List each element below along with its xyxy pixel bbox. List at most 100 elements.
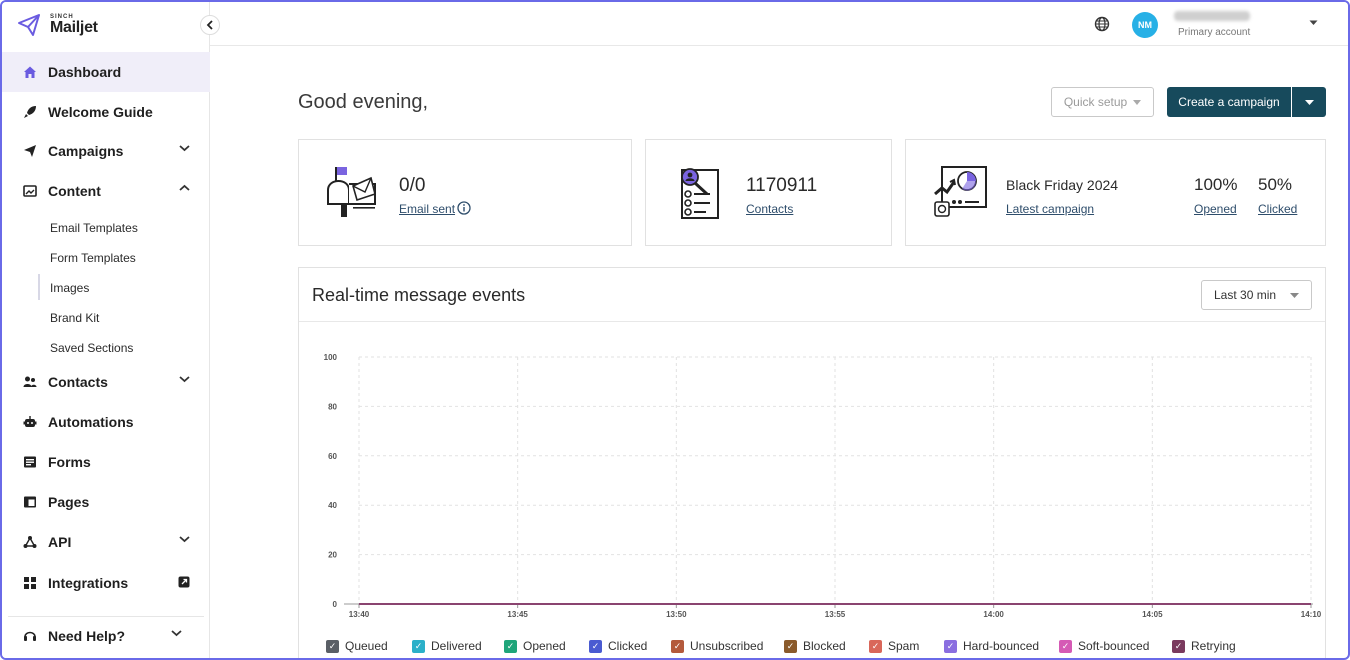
form-icon — [22, 455, 37, 470]
chevron-down-icon — [179, 143, 190, 155]
clicked-link[interactable]: Clicked — [1258, 202, 1297, 216]
sidebar-subitem-email-templates[interactable]: Email Templates — [50, 221, 138, 235]
sidebar-item-automations[interactable]: Automations — [2, 402, 210, 442]
chevron-up-icon — [179, 183, 190, 195]
sidebar-item-label: Automations — [48, 414, 134, 430]
legend-label: Hard-bounced — [963, 639, 1040, 653]
legend-item-blocked[interactable]: ✓ Blocked — [784, 639, 846, 653]
quick-setup-label: Quick setup — [1063, 95, 1128, 109]
sidebar-item-label: Need Help? — [48, 628, 126, 644]
sidebar-subitem-images[interactable]: Images — [50, 281, 89, 295]
legend-label: Retrying — [1191, 639, 1236, 653]
sidebar-item-pages[interactable]: Pages — [2, 482, 210, 522]
sidebar-item-contacts[interactable]: Contacts — [2, 362, 210, 402]
sidebar-subitem-brand-kit[interactable]: Brand Kit — [50, 311, 99, 325]
sidebar-item-label: Contacts — [48, 374, 108, 390]
create-campaign-dropdown-button[interactable] — [1292, 87, 1326, 117]
legend-label: Unsubscribed — [690, 639, 764, 653]
legend-item-soft-bounced[interactable]: ✓ Soft-bounced — [1059, 639, 1149, 653]
x-tick-label: 13:45 — [507, 610, 528, 619]
legend-item-delivered[interactable]: ✓ Delivered — [412, 639, 482, 653]
legend-label: Opened — [523, 639, 566, 653]
headset-icon — [22, 629, 37, 644]
opened-link[interactable]: Opened — [1194, 202, 1237, 216]
chevron-down-icon — [179, 534, 190, 546]
x-tick-label: 13:40 — [349, 610, 370, 619]
checkbox-icon: ✓ — [1059, 639, 1072, 653]
panel-title: Real-time message events — [312, 285, 526, 305]
account-subtitle: Primary account — [1178, 27, 1251, 38]
email-sent-link[interactable]: Email sent — [399, 202, 455, 216]
legend-item-queued[interactable]: ✓ Queued — [326, 639, 388, 653]
legend-item-unsubscribed[interactable]: ✓ Unsubscribed — [671, 639, 763, 653]
chevron-left-icon — [206, 20, 213, 30]
sidebar-item-campaigns[interactable]: Campaigns — [2, 131, 210, 171]
home-icon — [22, 65, 37, 80]
y-tick-label: 60 — [328, 452, 337, 461]
avatar[interactable]: NM — [1132, 12, 1158, 38]
legend-label: Spam — [888, 639, 920, 653]
brand-name: Mailjet — [50, 19, 98, 36]
sidebar-item-label: Integrations — [48, 575, 129, 591]
contacts-value: 1170911 — [746, 175, 818, 196]
mailbox-icon — [327, 167, 376, 217]
contacts-card: 1170911 Contacts — [645, 139, 892, 246]
mailjet-logo[interactable]: SINCH Mailjet — [16, 12, 98, 38]
create-campaign-button[interactable]: Create a campaign — [1167, 87, 1291, 117]
legend-label: Soft-bounced — [1078, 639, 1150, 653]
email-sent-value: 0/0 — [399, 175, 426, 196]
caret-down-icon — [1304, 99, 1314, 105]
account-menu-chevron-icon[interactable] — [1309, 18, 1318, 28]
sidebar-item-label: API — [48, 534, 72, 550]
people-icon — [22, 375, 37, 390]
contacts-list-icon — [681, 168, 719, 219]
sidebar-item-need-help[interactable]: Need Help? — [2, 616, 210, 656]
legend-item-clicked[interactable]: ✓ Clicked — [589, 639, 647, 653]
grid-icon — [22, 576, 37, 591]
legend-label: Queued — [345, 639, 388, 653]
legend-label: Clicked — [608, 639, 648, 653]
api-icon — [22, 535, 37, 550]
campaign-report-icon — [934, 166, 987, 217]
sidebar-item-welcome-guide[interactable]: Welcome Guide — [2, 92, 210, 132]
collapse-sidebar-button[interactable] — [200, 15, 220, 35]
checkbox-icon: ✓ — [944, 639, 957, 653]
legend-item-hard-bounced[interactable]: ✓ Hard-bounced — [944, 639, 1039, 653]
checkbox-icon: ✓ — [671, 639, 684, 653]
panel-header: Real-time message events Last 30 min — [299, 268, 1325, 322]
legend-item-opened[interactable]: ✓ Opened — [504, 639, 566, 653]
sidebar: SINCH Mailjet Dashboard Welcome Guide Ca… — [2, 2, 210, 658]
quick-setup-button[interactable]: Quick setup — [1051, 87, 1154, 117]
sidebar-item-integrations[interactable]: Integrations — [2, 563, 210, 603]
x-tick-label: 14:00 — [983, 610, 1004, 619]
globe-icon[interactable] — [1094, 16, 1110, 32]
time-range-select[interactable]: Last 30 min — [1201, 280, 1312, 310]
y-tick-label: 0 — [333, 600, 338, 609]
realtime-events-panel: Real-time message events Last 30 min 0 20… — [298, 267, 1326, 658]
image-icon — [22, 184, 37, 199]
legend-label: Blocked — [803, 639, 846, 653]
y-tick-label: 20 — [328, 551, 337, 560]
y-tick-label: 80 — [328, 402, 337, 411]
latest-campaign-link[interactable]: Latest campaign — [1006, 202, 1094, 216]
sidebar-item-content[interactable]: Content — [2, 171, 210, 211]
sidebar-item-dashboard[interactable]: Dashboard — [2, 52, 210, 92]
sidebar-subitem-form-templates[interactable]: Form Templates — [50, 251, 136, 265]
sidebar-item-label: Campaigns — [48, 143, 124, 159]
sidebar-subitem-saved-sections[interactable]: Saved Sections — [50, 341, 133, 355]
sidebar-item-api[interactable]: API — [2, 522, 210, 562]
latest-campaign-card: Black Friday 2024 Latest campaign 100% O… — [905, 139, 1326, 246]
info-icon[interactable] — [457, 201, 471, 215]
checkbox-icon: ✓ — [326, 639, 339, 653]
time-range-value: Last 30 min — [1214, 288, 1277, 302]
sidebar-item-forms[interactable]: Forms — [2, 442, 210, 482]
contacts-link[interactable]: Contacts — [746, 202, 793, 216]
legend-item-retrying[interactable]: ✓ Retrying — [1172, 639, 1236, 653]
chevron-down-icon — [171, 628, 182, 640]
checkbox-icon: ✓ — [589, 639, 602, 653]
sidebar-item-label: Content — [48, 183, 101, 199]
legend-item-spam[interactable]: ✓ Spam — [869, 639, 919, 653]
active-subitem-indicator — [38, 274, 40, 300]
x-tick-label: 14:05 — [1142, 610, 1163, 619]
sidebar-item-label: Forms — [48, 454, 91, 470]
